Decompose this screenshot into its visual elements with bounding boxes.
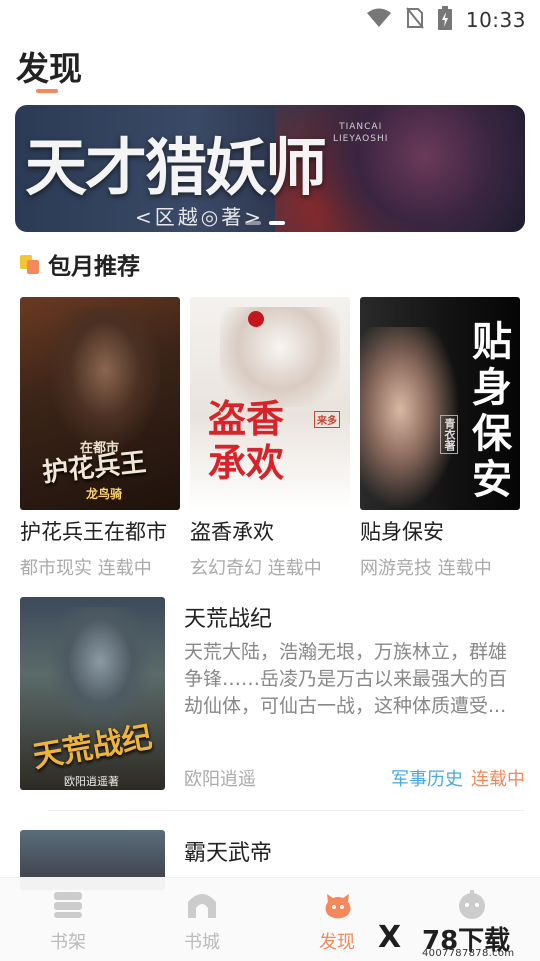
- status-tag: 连载中: [471, 769, 525, 790]
- discover-icon: [321, 888, 353, 920]
- book-category: 网游竞技: [360, 558, 432, 579]
- list-book-title[interactable]: 天荒战纪: [184, 601, 272, 633]
- list-divider: [48, 810, 524, 811]
- list-item[interactable]: 天荒战纪 欧阳逍遥著 天荒战纪 天荒大陆，浩瀚无垠，万族林立，群雄争锋……岳凌乃…: [0, 597, 540, 797]
- book-cover[interactable]: 盗香承欢 来多: [190, 297, 350, 510]
- book-status: 连载中: [97, 558, 152, 579]
- status-time: 10:33: [465, 8, 526, 32]
- banner-pinyin-line1: TIANCAI: [339, 122, 383, 132]
- book-title[interactable]: 贴身保安: [360, 516, 520, 546]
- page-title: 发现: [16, 49, 82, 88]
- nav-label: 书城: [184, 932, 220, 953]
- book-title[interactable]: 护花兵王在都市: [20, 516, 180, 546]
- section-title: 包月推荐: [48, 254, 140, 280]
- cover-author: 青衣著: [440, 415, 458, 454]
- no-sim-icon: [406, 7, 424, 33]
- cover-title: 护花兵王: [40, 447, 148, 489]
- book-status: 连载中: [267, 558, 322, 579]
- book-meta: 都市现实 连载中: [20, 554, 180, 580]
- watermark-url: 4007787878.com: [422, 948, 515, 959]
- cover-title: 盗香承欢: [208, 396, 285, 485]
- book-title[interactable]: 盗香承欢: [190, 516, 350, 546]
- list-item[interactable]: 霸天武帝: [0, 830, 540, 890]
- banner-title: 天才猎妖师: [25, 131, 327, 204]
- cover-author: 龙鸟骑: [86, 487, 123, 501]
- book-meta: 网游竞技 连载中: [360, 554, 520, 580]
- list-book-tags: 军事历史 连载中: [391, 765, 525, 791]
- banner-author: <区越◎著>: [135, 205, 264, 229]
- list-book-description: 天荒大陆，浩瀚无垠，万族林立，群雄争锋……岳凌乃是万古以来最强大的百劫仙体，可仙…: [184, 641, 508, 717]
- battery-charging-icon: [437, 6, 452, 34]
- carousel-dot-active[interactable]: [269, 221, 285, 225]
- cover-author: 来多: [314, 411, 340, 428]
- list-book-cover[interactable]: 天荒战纪 欧阳逍遥著: [20, 597, 165, 790]
- cover-title: 贴身保安: [472, 318, 512, 503]
- banner-pinyin: TIANCAI LIEYAOSHI: [333, 121, 388, 145]
- book-category: 玄幻奇幻: [190, 558, 262, 579]
- cover-author: 欧阳逍遥著: [64, 775, 119, 788]
- carousel-dot[interactable]: [245, 221, 261, 225]
- book-cover[interactable]: 在都市 护花兵王 龙鸟骑: [20, 297, 180, 510]
- nav-label: 发现: [319, 932, 355, 953]
- monthly-book-card[interactable]: 盗香承欢 来多 盗香承欢 玄幻奇幻 连载中: [190, 297, 350, 580]
- nav-tab-discover[interactable]: 发现: [287, 878, 387, 961]
- category-tag: 军事历史: [391, 769, 463, 790]
- status-bar: 10:33: [0, 0, 540, 36]
- book-status: 连载中: [437, 558, 492, 579]
- nav-tab-bookshelf[interactable]: 书架: [18, 878, 118, 961]
- banner-pinyin-line2: LIEYAOSHI: [333, 134, 389, 144]
- section-header-monthly: 包月推荐: [20, 247, 140, 281]
- watermark: X 78下载 4007787878.com: [378, 920, 538, 960]
- wifi-icon: [366, 8, 392, 32]
- book-category: 都市现实: [20, 558, 92, 579]
- monthly-icon: [20, 253, 40, 275]
- bookshelf-icon: [52, 888, 84, 920]
- book-cover[interactable]: 贴身保安 青衣著: [360, 297, 520, 510]
- title-underline: [36, 89, 58, 93]
- nav-label: 书架: [50, 932, 86, 953]
- profile-icon: [456, 888, 488, 920]
- cover-title: 天荒战纪: [30, 719, 155, 776]
- list-book-title[interactable]: 霸天武帝: [184, 835, 272, 867]
- watermark-logo: X: [378, 920, 402, 955]
- monthly-book-card[interactable]: 在都市 护花兵王 龙鸟骑 护花兵王在都市 都市现实 连载中: [20, 297, 180, 580]
- book-meta: 玄幻奇幻 连载中: [190, 554, 350, 580]
- bookstore-icon: [186, 888, 218, 920]
- monthly-book-card[interactable]: 贴身保安 青衣著 贴身保安 网游竞技 连载中: [360, 297, 520, 580]
- nav-tab-bookstore[interactable]: 书城: [152, 878, 252, 961]
- banner-carousel[interactable]: 天才猎妖师 <区越◎著> TIANCAI LIEYAOSHI: [15, 105, 525, 232]
- list-book-author: 欧阳逍遥: [184, 769, 256, 790]
- rose-icon: [248, 311, 264, 327]
